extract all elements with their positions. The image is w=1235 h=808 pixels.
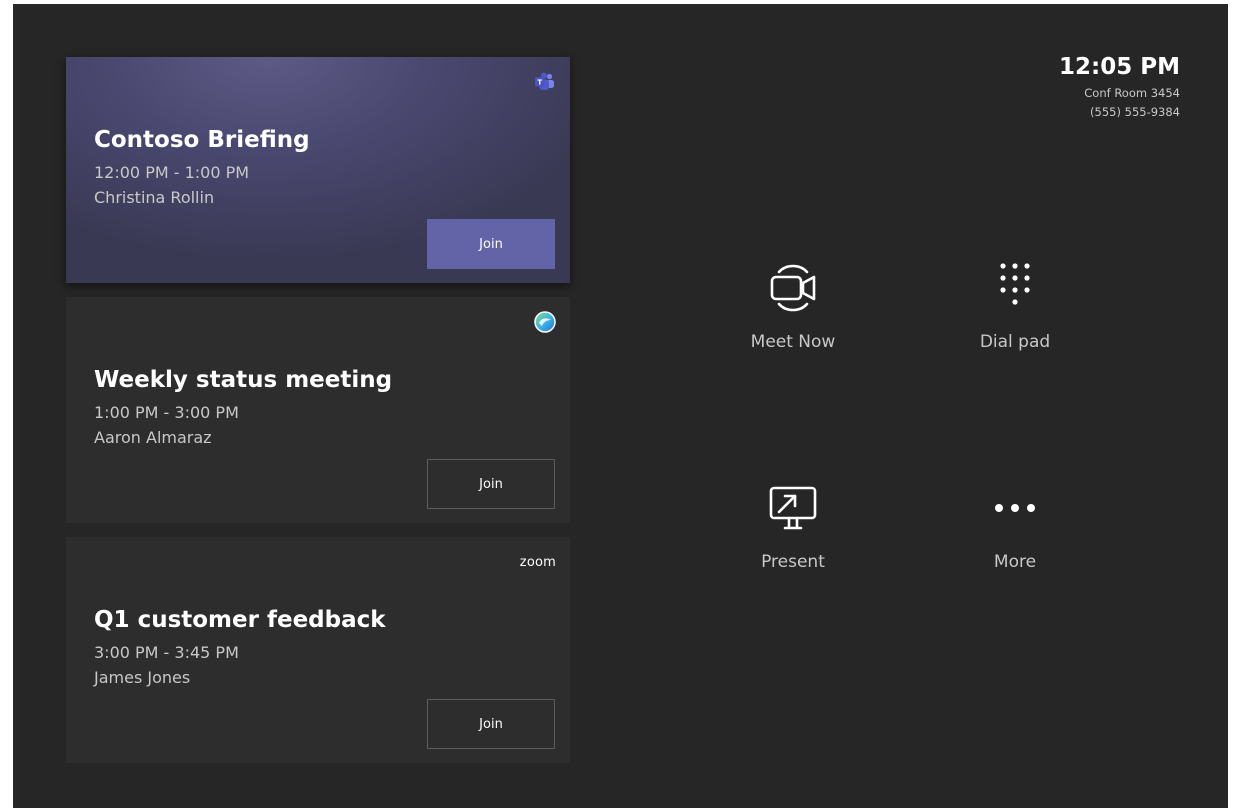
video-camera-icon — [713, 256, 873, 320]
meeting-card-q1-customer-feedback[interactable]: zoom Q1 customer feedback 3:00 PM - 3:45… — [66, 537, 570, 763]
meeting-title: Q1 customer feedback — [94, 607, 386, 633]
join-button[interactable]: Join — [427, 219, 555, 269]
meeting-organizer: Aaron Almaraz — [94, 428, 212, 447]
meet-now-label: Meet Now — [750, 332, 836, 352]
meeting-title: Contoso Briefing — [94, 127, 310, 153]
webex-icon — [534, 311, 556, 333]
room-phone: (555) 555-9384 — [1090, 105, 1180, 119]
meeting-card-contoso-briefing[interactable]: T Contoso Briefing 12:00 PM - 1:00 PM Ch… — [66, 57, 570, 283]
join-button[interactable]: Join — [427, 699, 555, 749]
meeting-time: 1:00 PM - 3:00 PM — [94, 403, 239, 422]
more-label: More — [993, 552, 1037, 572]
join-button[interactable]: Join — [427, 459, 555, 509]
meeting-organizer: James Jones — [94, 668, 191, 687]
zoom-logo-text: zoom — [519, 554, 556, 570]
more-dots-icon — [935, 476, 1095, 540]
meeting-title: Weekly status meeting — [94, 367, 393, 393]
dial-pad-label: Dial pad — [979, 332, 1051, 352]
more-button[interactable]: More — [935, 476, 1095, 596]
meeting-card-weekly-status[interactable]: Weekly status meeting 1:00 PM - 3:00 PM … — [66, 297, 570, 523]
dial-pad-icon — [935, 256, 1095, 320]
meeting-time: 12:00 PM - 1:00 PM — [94, 163, 250, 182]
meeting-time: 3:00 PM - 3:45 PM — [94, 643, 239, 662]
present-screen-icon — [713, 476, 873, 540]
teams-icon: T — [534, 71, 556, 93]
dial-pad-button[interactable]: Dial pad — [935, 256, 1095, 376]
svg-text:T: T — [537, 79, 542, 87]
zoom-logo: zoom — [520, 551, 556, 573]
meet-now-button[interactable]: Meet Now — [713, 256, 873, 376]
clock: 12:05 PM — [1059, 54, 1180, 80]
meeting-organizer: Christina Rollin — [94, 188, 215, 207]
present-label: Present — [761, 552, 825, 572]
present-button[interactable]: Present — [713, 476, 873, 596]
room-name: Conf Room 3454 — [1084, 86, 1180, 100]
teams-room-home-screen: T Contoso Briefing 12:00 PM - 1:00 PM Ch… — [13, 4, 1228, 808]
